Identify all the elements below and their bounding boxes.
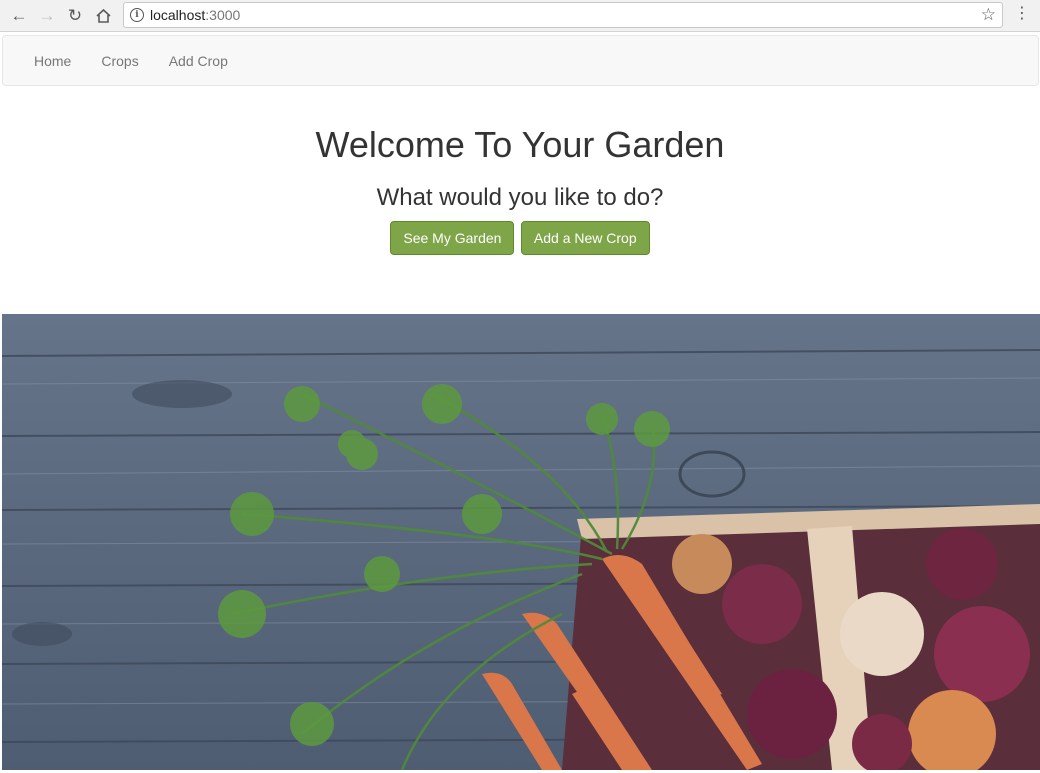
- info-icon[interactable]: i: [130, 8, 144, 22]
- back-icon[interactable]: ←: [6, 3, 32, 29]
- nav-crops[interactable]: Crops: [86, 53, 153, 69]
- url-port: :3000: [205, 7, 241, 23]
- address-bar[interactable]: i localhost:3000 ☆: [123, 2, 1003, 28]
- hero: Welcome To Your Garden What would you li…: [0, 121, 1040, 255]
- page-title: Welcome To Your Garden: [315, 124, 725, 165]
- hero-actions: See My Garden Add a New Crop: [0, 221, 1040, 255]
- nav-home[interactable]: Home: [19, 53, 86, 69]
- url-host: localhost: [150, 7, 206, 23]
- page-subtitle: What would you like to do?: [376, 184, 664, 211]
- garden-photo: [2, 314, 1040, 770]
- see-my-garden-button[interactable]: See My Garden: [390, 221, 515, 255]
- nav-add-crop[interactable]: Add Crop: [154, 53, 243, 69]
- forward-icon[interactable]: →: [34, 3, 60, 29]
- star-icon[interactable]: ☆: [981, 5, 996, 25]
- top-navbar: Home Crops Add Crop: [2, 35, 1039, 86]
- browser-toolbar: ← → ↻ i localhost:3000 ☆ ⋮: [0, 0, 1040, 32]
- page: Home Crops Add Crop Welcome To Your Gard…: [0, 33, 1040, 773]
- reload-icon[interactable]: ↻: [62, 3, 88, 29]
- add-new-crop-button[interactable]: Add a New Crop: [520, 221, 650, 255]
- home-icon[interactable]: [90, 3, 116, 29]
- vegetable-basket-image: [2, 314, 1040, 770]
- menu-icon[interactable]: ⋮: [1014, 6, 1030, 22]
